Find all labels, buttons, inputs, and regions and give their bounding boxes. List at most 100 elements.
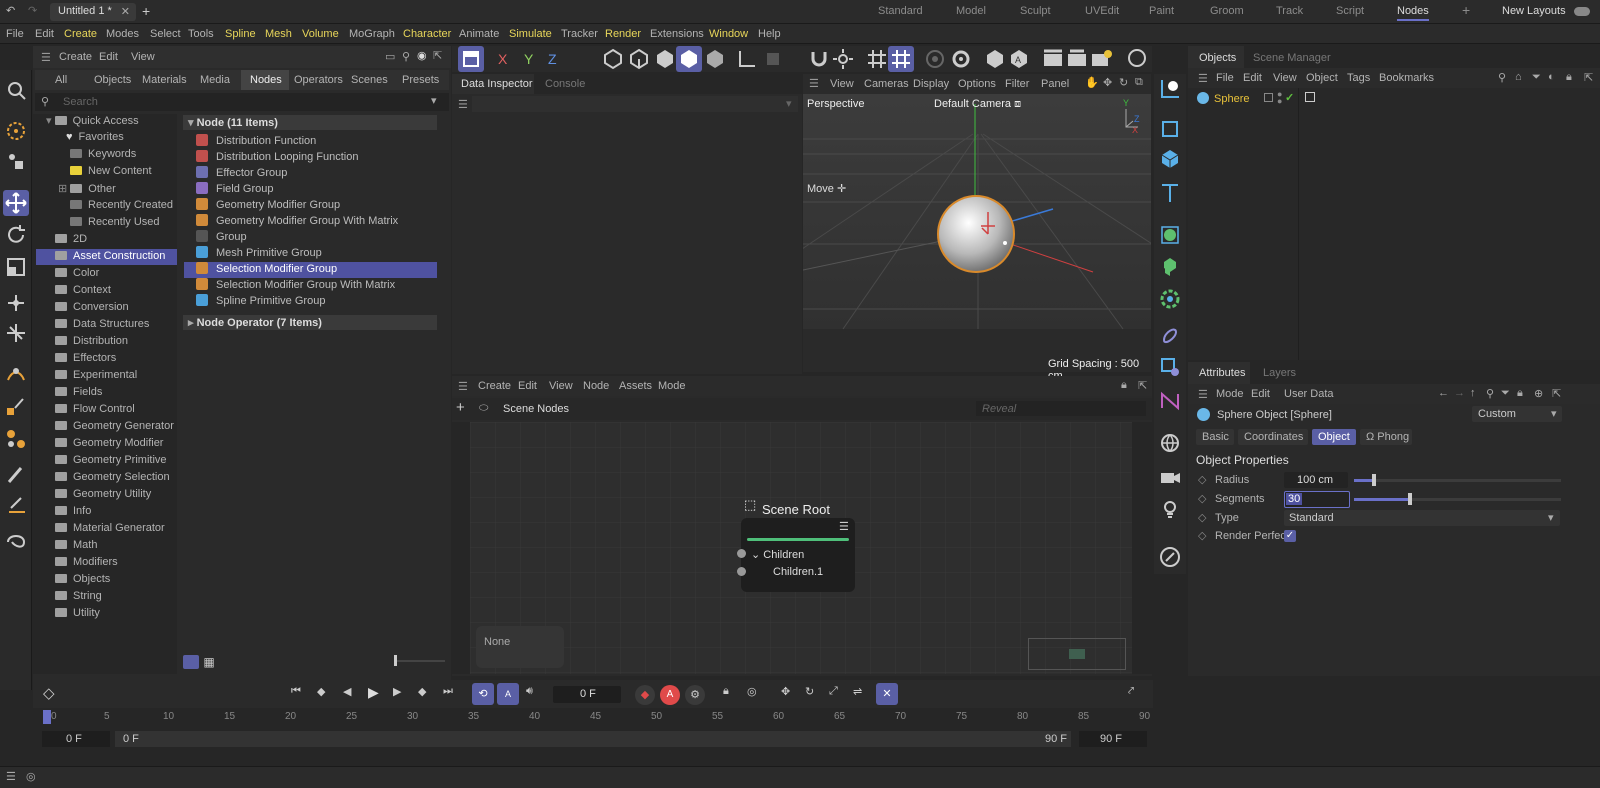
obj-menu-file[interactable]: File: [1216, 72, 1234, 84]
type-dropdown[interactable]: Standard ▾: [1284, 510, 1560, 526]
list-view-icon[interactable]: [183, 655, 199, 669]
transform-icon[interactable]: [3, 290, 29, 316]
attr-menu-mode[interactable]: Mode: [1216, 388, 1244, 400]
menu-animate[interactable]: Animate: [459, 28, 499, 40]
menu-mesh[interactable]: Mesh: [265, 28, 292, 40]
lock-z-axis[interactable]: Z: [548, 51, 557, 67]
layout-tab[interactable]: UVEdit: [1085, 5, 1119, 17]
tab-objects[interactable]: Objects: [1199, 52, 1236, 64]
tab-layers[interactable]: Layers: [1263, 367, 1296, 379]
tree-item[interactable]: Data Structures: [55, 318, 149, 335]
list-item[interactable]: Field Group: [190, 182, 436, 198]
text-spline-icon[interactable]: [1157, 180, 1183, 206]
subtab-coordinates[interactable]: Coordinates: [1238, 429, 1308, 445]
menu-lines-icon[interactable]: ☰: [458, 98, 468, 111]
list-item-selected[interactable]: Selection Modifier Group: [184, 262, 437, 278]
menu-tracker[interactable]: Tracker: [561, 28, 598, 40]
environment-icon[interactable]: [1157, 430, 1183, 456]
vp-menu-panel[interactable]: Panel: [1041, 78, 1069, 90]
end-frame-field[interactable]: 90 F: [1100, 733, 1122, 745]
ne-menu-assets[interactable]: Assets: [619, 380, 652, 392]
object-name[interactable]: Sphere: [1214, 93, 1249, 105]
tree-item[interactable]: Effectors: [55, 352, 116, 369]
ne-menu-create[interactable]: Create: [478, 380, 511, 392]
obj-menu-tags[interactable]: Tags: [1347, 72, 1370, 84]
camera-label[interactable]: Default Camera ⧈: [934, 98, 1021, 111]
mograph-icon[interactable]: [1157, 254, 1183, 280]
lock-icon[interactable]: 🔒︎: [1121, 379, 1127, 392]
tree-item[interactable]: Material Generator: [55, 522, 165, 539]
preset-dropdown[interactable]: Custom ▾: [1472, 406, 1562, 422]
lasso-icon[interactable]: [3, 526, 29, 552]
polygons-mode-icon[interactable]: [652, 46, 678, 72]
gear-icon[interactable]: [948, 46, 974, 72]
scale-key-icon[interactable]: ⤢: [829, 685, 838, 698]
move-tool-icon[interactable]: [3, 190, 29, 216]
port-children-1[interactable]: Children.1: [773, 566, 823, 578]
search-icon[interactable]: ⚲: [1498, 71, 1506, 84]
tree-item[interactable]: Modifiers: [55, 556, 118, 573]
menu-create[interactable]: Create: [64, 28, 97, 40]
tree-item[interactable]: Distribution: [55, 335, 128, 352]
timeline-graph-icon[interactable]: ⤤: [1128, 685, 1134, 698]
menu-lines-icon[interactable]: ☰: [1198, 72, 1208, 85]
keyframe-settings-icon[interactable]: ⚙: [685, 685, 705, 705]
tree-item[interactable]: Math: [55, 539, 97, 556]
menu-file[interactable]: File: [6, 28, 24, 40]
grid-view-icon[interactable]: ▦: [201, 655, 217, 669]
list-item[interactable]: Spline Primitive Group: [190, 294, 436, 310]
menu-lines-icon[interactable]: ☰: [6, 770, 16, 783]
null-object-icon[interactable]: [1157, 76, 1183, 102]
layer-box[interactable]: [1264, 93, 1273, 102]
obj-menu-bookmarks[interactable]: Bookmarks: [1379, 72, 1434, 84]
menu-lines-icon[interactable]: ☰: [458, 380, 468, 393]
move-key-icon[interactable]: ✥: [781, 685, 790, 698]
attr-menu-edit[interactable]: Edit: [1251, 388, 1270, 400]
keyframe-diamond-icon[interactable]: ◇: [1198, 473, 1206, 486]
back-arrow-icon[interactable]: ←: [1438, 387, 1449, 399]
layout-tab[interactable]: Standard: [878, 5, 923, 17]
playhead[interactable]: [43, 710, 51, 724]
redshift-icon[interactable]: [1124, 46, 1150, 72]
menu-help[interactable]: Help: [758, 28, 781, 40]
menu-mograph[interactable]: MoGraph: [349, 28, 395, 40]
vp-menu-view[interactable]: View: [830, 78, 854, 90]
draw-icon[interactable]: [1157, 544, 1183, 570]
tree-item[interactable]: Geometry Modifier: [55, 437, 163, 454]
live-selection-icon[interactable]: [3, 118, 29, 144]
keyframe-diamond-icon[interactable]: ◇: [1198, 492, 1206, 505]
menu-tools[interactable]: Tools: [188, 28, 214, 40]
lock-icon[interactable]: 🔒︎: [1566, 71, 1572, 84]
prev-key-icon[interactable]: ◆: [317, 685, 325, 698]
vp-menu-cameras[interactable]: Cameras: [864, 78, 909, 90]
layout-tab[interactable]: Model: [956, 5, 986, 17]
tree-item[interactable]: Recently Created: [70, 199, 173, 216]
loop-icon[interactable]: ⟲: [472, 683, 494, 705]
tab-operators[interactable]: Operators: [294, 74, 343, 86]
tree-item[interactable]: Fields: [55, 386, 102, 403]
cube-icon[interactable]: [1157, 146, 1183, 172]
param-key-icon[interactable]: ⇌: [853, 685, 862, 698]
tree-item[interactable]: Flow Control: [55, 403, 135, 420]
subtab-phong[interactable]: Ω Phong: [1360, 429, 1412, 445]
sound-icon[interactable]: 🔊︎: [526, 685, 533, 698]
list-item[interactable]: Group: [190, 230, 436, 246]
rotate-tool-icon[interactable]: [3, 222, 29, 248]
zoom-slider[interactable]: [397, 660, 445, 662]
search-icon[interactable]: [3, 78, 29, 104]
tree-item[interactable]: 2D: [55, 233, 87, 250]
visibility-dots[interactable]: ● ●: [1277, 90, 1282, 106]
tree-item[interactable]: Info: [55, 505, 91, 522]
up-arrow-icon[interactable]: ↑: [1470, 387, 1476, 399]
quantize-icon[interactable]: [888, 46, 914, 72]
start-frame-field[interactable]: 0 F: [66, 733, 82, 745]
cloner-icon[interactable]: [1157, 222, 1183, 248]
ne-menu-mode[interactable]: Mode: [658, 380, 686, 392]
tree-item[interactable]: Experimental: [55, 369, 137, 386]
menu-select[interactable]: Select: [150, 28, 181, 40]
tab-nodes[interactable]: Nodes: [250, 74, 282, 86]
list-item[interactable]: Distribution Looping Function: [190, 150, 436, 166]
radius-input[interactable]: 100 cm: [1284, 472, 1348, 488]
tree-item[interactable]: Geometry Selection: [55, 471, 170, 488]
undo-icon[interactable]: ↶: [6, 4, 15, 17]
